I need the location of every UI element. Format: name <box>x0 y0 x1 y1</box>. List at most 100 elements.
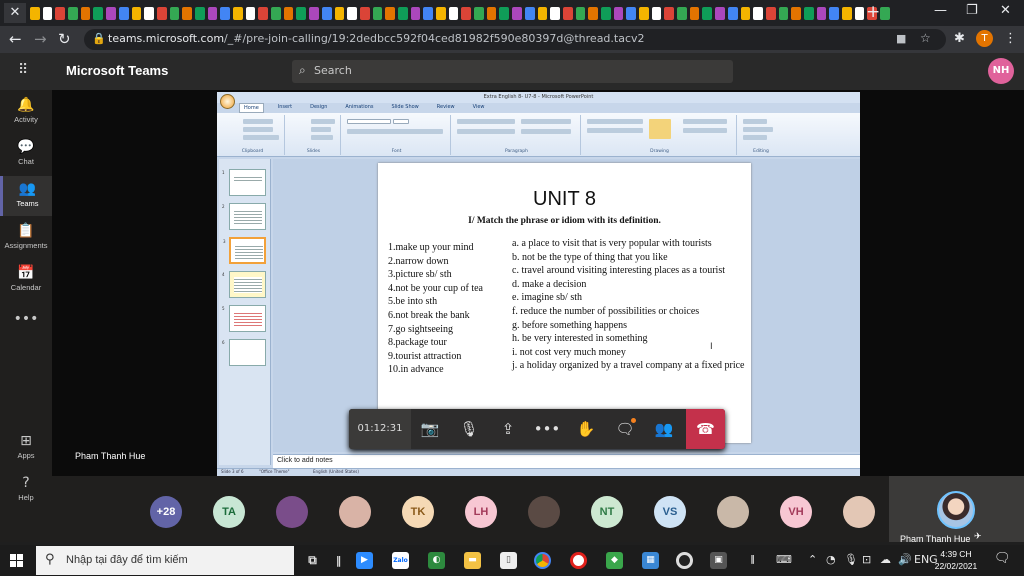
tab-favicon-icon[interactable] <box>499 6 510 20</box>
mic-off-button[interactable]: 🎙 <box>450 409 488 449</box>
tab-favicon-icon[interactable] <box>30 6 40 20</box>
tab-favicon-icon[interactable] <box>156 6 167 20</box>
tab-favicon-icon[interactable] <box>651 6 662 20</box>
share-button[interactable]: ⇪ <box>489 409 527 449</box>
tab-favicon-icon[interactable] <box>626 6 636 20</box>
tab-favicon-icon[interactable] <box>664 6 675 20</box>
taskbar-search-box[interactable]: ⚲ Nhập tại đây để tìm kiếm <box>36 546 294 575</box>
tab-favicon-icon[interactable] <box>80 6 91 20</box>
chrome-icon[interactable] <box>534 552 551 569</box>
tab-favicon-icon[interactable] <box>207 6 218 20</box>
tab-favicon-icon[interactable] <box>613 6 624 20</box>
ppt-tab-review[interactable]: Review <box>433 103 459 113</box>
close-tab-button[interactable]: ✕ <box>4 3 26 23</box>
zalo-icon[interactable]: Zalo <box>392 552 409 569</box>
chrome-profile-avatar[interactable]: T <box>976 30 993 47</box>
tab-favicon-icon[interactable] <box>347 6 357 20</box>
tab-favicon-icon[interactable] <box>537 6 548 20</box>
slide-thumbnail[interactable]: 6 <box>222 339 266 366</box>
participants-button[interactable]: 👥 <box>645 409 683 449</box>
app-icon[interactable]: ◐ <box>428 552 445 569</box>
microphone-icon[interactable]: 🎙 <box>844 553 858 566</box>
pinned-tab-favicons[interactable] <box>30 5 890 21</box>
tab-favicon-icon[interactable] <box>715 6 725 20</box>
slide-thumbnail-selected[interactable]: 3 <box>223 237 266 264</box>
participant-avatar[interactable]: NT <box>591 496 623 528</box>
raise-hand-button[interactable]: ✋ <box>567 409 605 449</box>
maximize-button[interactable]: ❐ <box>966 3 978 18</box>
media-player-icon[interactable] <box>676 552 693 569</box>
new-tab-button[interactable]: + <box>866 2 880 22</box>
tab-favicon-icon[interactable] <box>283 6 294 20</box>
tab-favicon-icon[interactable] <box>436 6 446 20</box>
forward-icon[interactable]: → <box>34 30 47 48</box>
tab-favicon-icon[interactable] <box>524 6 535 20</box>
tab-favicon-icon[interactable] <box>778 6 789 20</box>
rail-item-help[interactable]: ? Help <box>0 470 52 510</box>
tab-favicon-icon[interactable] <box>258 6 269 20</box>
task-view-icon[interactable]: ⧉ <box>304 552 321 569</box>
user-avatar[interactable]: NH <box>988 58 1014 84</box>
tab-favicon-icon[interactable] <box>169 6 180 20</box>
tab-favicon-icon[interactable] <box>372 6 383 20</box>
tab-favicon-icon[interactable] <box>740 6 751 20</box>
tab-favicon-icon[interactable] <box>600 6 611 20</box>
tab-favicon-icon[interactable] <box>880 6 890 20</box>
slide-thumbnail[interactable]: 2 <box>222 203 266 230</box>
notifications-icon[interactable]: 🗨 <box>994 551 1011 566</box>
tab-favicon-icon[interactable] <box>410 6 421 20</box>
more-actions-button[interactable]: ••• <box>528 409 566 449</box>
bookmark-star-icon[interactable]: ☆ <box>920 31 931 45</box>
file-explorer-icon[interactable]: ▬ <box>464 552 481 569</box>
minimize-button[interactable]: — <box>934 3 947 18</box>
camera-app-icon[interactable]: ▣ <box>710 552 727 569</box>
taskbar-clock[interactable]: 4:39 CH 22/02/2021 <box>930 548 982 572</box>
ppt-tab-animations[interactable]: Animations <box>341 103 377 113</box>
onedrive-icon[interactable]: ☁ <box>880 553 891 566</box>
rail-item-teams[interactable]: 👥 Teams <box>0 176 52 216</box>
notes-pane[interactable]: Click to add notes <box>273 454 860 468</box>
participant-avatar[interactable] <box>717 496 749 528</box>
ppt-tab-slide-show[interactable]: Slide Show <box>387 103 422 113</box>
app-icon[interactable]: ▦ <box>642 552 659 569</box>
tab-favicon-icon[interactable] <box>245 6 256 20</box>
slide-thumbnail[interactable]: 5 <box>222 305 266 332</box>
tab-favicon-icon[interactable] <box>131 6 142 20</box>
rail-item-assignments[interactable]: 📋 Assignments <box>0 218 52 258</box>
participant-avatar[interactable] <box>276 496 308 528</box>
tab-favicon-icon[interactable] <box>575 6 586 20</box>
address-bar[interactable]: 🔒 teams.microsoft.com/_#/pre-join-callin… <box>84 29 946 50</box>
tab-favicon-icon[interactable] <box>144 6 154 20</box>
ppt-tab-insert[interactable]: Insert <box>274 103 296 113</box>
tab-favicon-icon[interactable] <box>334 6 345 20</box>
close-window-button[interactable]: ✕ <box>1000 3 1011 18</box>
tab-favicon-icon[interactable] <box>55 6 66 20</box>
extensions-icon[interactable]: ✱ <box>954 31 965 46</box>
tab-favicon-icon[interactable] <box>106 6 116 20</box>
tab-favicon-icon[interactable] <box>765 6 776 20</box>
participant-avatar[interactable]: VH <box>780 496 812 528</box>
app-tray-icon[interactable]: ◔ <box>826 553 836 566</box>
tab-favicon-icon[interactable] <box>677 6 687 20</box>
back-icon[interactable]: ← <box>9 30 22 48</box>
tab-favicon-icon[interactable] <box>385 6 395 20</box>
camera-off-button[interactable]: 📷 <box>411 409 449 449</box>
opera-icon[interactable] <box>570 552 587 569</box>
participant-avatar[interactable] <box>339 496 371 528</box>
hang-up-button[interactable]: ☎ <box>686 409 725 449</box>
tab-favicon-icon[interactable] <box>829 6 839 20</box>
tray-expand-icon[interactable]: ⌃ <box>808 553 817 566</box>
tab-favicon-icon[interactable] <box>233 6 243 20</box>
document-icon[interactable]: ▯ <box>500 552 517 569</box>
tab-favicon-icon[interactable] <box>588 6 598 20</box>
participant-avatar[interactable] <box>843 496 875 528</box>
participant-avatar[interactable] <box>528 496 560 528</box>
rail-item-more[interactable]: ••• <box>0 306 52 346</box>
pin-icon[interactable]: ✈ <box>974 532 982 542</box>
tab-favicon-icon[interactable] <box>397 6 408 20</box>
ppt-tab-home[interactable]: Home <box>239 103 264 113</box>
volume-icon[interactable]: 🔊 <box>898 553 912 566</box>
windows-start-icon[interactable] <box>10 554 23 567</box>
tab-favicon-icon[interactable] <box>461 6 472 20</box>
tab-favicon-icon[interactable] <box>321 6 332 20</box>
